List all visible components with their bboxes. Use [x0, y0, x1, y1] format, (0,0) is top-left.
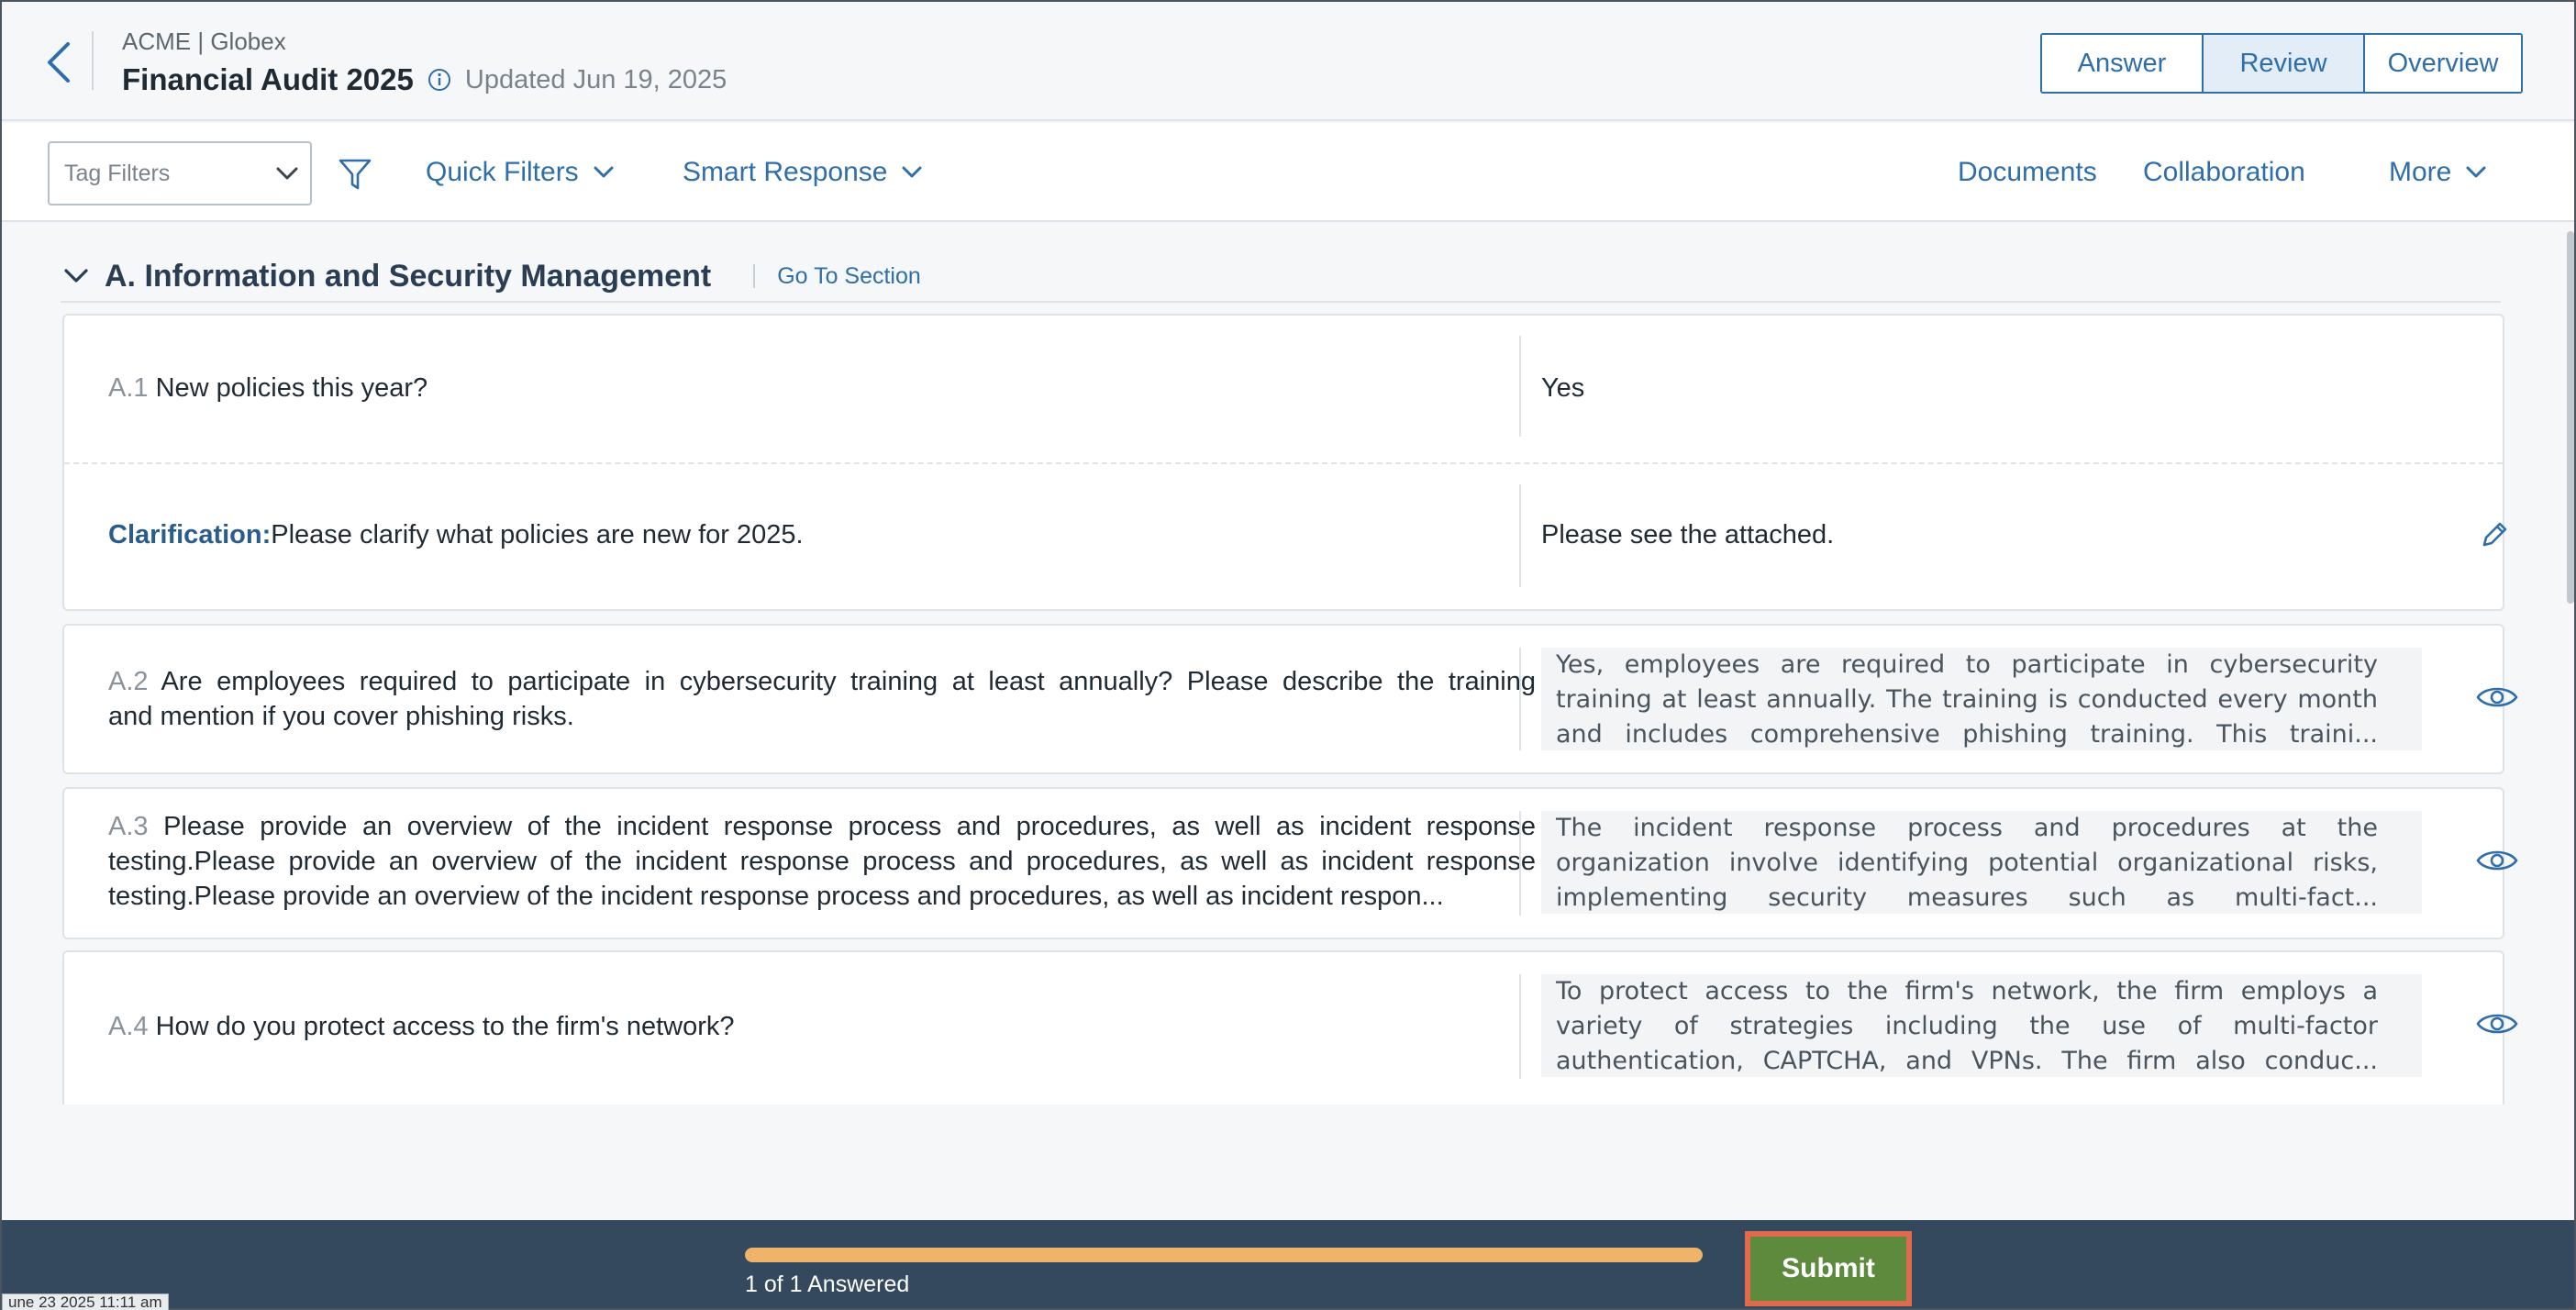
- answer-text: Yes: [1541, 373, 1585, 403]
- chevron-down-icon[interactable]: [61, 261, 92, 292]
- more-dropdown[interactable]: More: [2389, 123, 2486, 222]
- section-title: A. Information and Security Management: [105, 258, 712, 294]
- smart-response-label: Smart Response: [683, 157, 888, 187]
- column-divider: [1519, 974, 1521, 1079]
- scrollbar-thumb[interactable]: [2567, 231, 2574, 604]
- question-card: A.4 How do you protect access to the fir…: [62, 950, 2518, 1105]
- progress-bar: [745, 1248, 1703, 1262]
- question-card: A.1 New policies this year? Yes Clarific…: [62, 314, 2507, 611]
- question-text: A.4 How do you protect access to the fir…: [108, 1009, 735, 1044]
- tab-answer[interactable]: Answer: [2042, 35, 2202, 92]
- question-number: A.3: [108, 812, 149, 841]
- answer-line: and includes comprehensive phishing trai…: [1556, 720, 2378, 749]
- question-body: New policies this year?: [155, 373, 428, 403]
- org-breadcrumb: ACME | Globex: [122, 28, 286, 55]
- eye-icon[interactable]: [2475, 675, 2519, 719]
- tag-filters-select[interactable]: Tag Filters: [48, 141, 312, 205]
- filter-toolbar: Tag Filters Quick Filters Smart Response…: [2, 123, 2574, 222]
- chevron-down-icon: [264, 167, 310, 180]
- answer-line: authentication, CAPTCHA, and VPNs. The f…: [1556, 1047, 2378, 1075]
- answer-line: organization involve identifying potenti…: [1556, 849, 2378, 877]
- question-body: Please provide an overview of the incide…: [163, 812, 1536, 841]
- section-separator: [753, 264, 756, 288]
- quick-filters-dropdown[interactable]: Quick Filters: [426, 123, 614, 222]
- question-card: A.2 Are employees required to participat…: [62, 624, 2518, 774]
- clarification-body: Please clarify what policies are new for…: [271, 520, 804, 550]
- updated-date: Updated Jun 19, 2025: [464, 64, 727, 94]
- dashed-separator: [64, 462, 2503, 464]
- answer-line: To protect access to the firm's network,…: [1556, 977, 2378, 1005]
- back-button[interactable]: [39, 37, 79, 88]
- submit-highlight: Submit: [1745, 1231, 1912, 1306]
- eye-icon[interactable]: [2475, 838, 2519, 883]
- progress-label: 1 of 1 Answered: [745, 1271, 910, 1297]
- collaboration-link[interactable]: Collaboration: [2143, 123, 2305, 222]
- header-divider: [92, 31, 94, 90]
- title-row: Financial Audit 2025 Updated Jun 19, 202…: [122, 62, 727, 97]
- chevron-down-icon: [902, 166, 922, 179]
- chevron-down-icon: [2466, 166, 2486, 179]
- question-text: A.2 Are employees required to participat…: [108, 664, 1536, 734]
- progress-fill: [745, 1248, 1703, 1262]
- column-divider: [1519, 484, 1521, 587]
- go-to-section-link[interactable]: Go To Section: [777, 263, 921, 290]
- page-header: ACME | Globex Financial Audit 2025 Updat…: [2, 2, 2574, 121]
- smart-response-dropdown[interactable]: Smart Response: [683, 123, 922, 222]
- clarification-label: Clarification:: [108, 520, 272, 550]
- timestamp-label: une 23 2025 11:11 am: [2, 1293, 169, 1310]
- chevron-down-icon: [594, 166, 614, 179]
- answer-preview: To protect access to the firm's network,…: [1541, 974, 2422, 1077]
- answer-line: variety of strategies including the use …: [1556, 1012, 2378, 1040]
- page-title: Financial Audit 2025: [122, 62, 414, 96]
- question-body: How do you protect access to the firm's …: [155, 1012, 735, 1041]
- footer-bar: 1 of 1 Answered Submit: [2, 1220, 2574, 1308]
- tab-overview[interactable]: Overview: [2363, 35, 2521, 92]
- question-text: A.1 New policies this year?: [108, 371, 427, 405]
- quick-filters-label: Quick Filters: [426, 157, 579, 187]
- eye-icon[interactable]: [2475, 1002, 2519, 1046]
- column-divider: [1519, 811, 1521, 916]
- tab-review[interactable]: Review: [2202, 35, 2363, 92]
- pencil-icon[interactable]: [2475, 516, 2514, 554]
- documents-link[interactable]: Documents: [1958, 123, 2097, 222]
- submit-button[interactable]: Submit: [1750, 1237, 1906, 1301]
- answer-line: Yes, employees are required to participa…: [1556, 650, 2378, 679]
- question-line: testing.Please provide an overview of th…: [108, 847, 1536, 876]
- section-header: A. Information and Security Management G…: [61, 251, 2501, 303]
- answer-line: implementing security measures such as m…: [1556, 883, 2378, 912]
- question-body: Are employees required to participate in…: [161, 667, 1536, 696]
- more-label: More: [2389, 157, 2452, 187]
- question-line: testing.Please provide an overview of th…: [108, 882, 1444, 911]
- funnel-icon[interactable]: [338, 158, 372, 195]
- question-number: A.4: [108, 1012, 149, 1041]
- answer-preview: The incident response process and proced…: [1541, 811, 2422, 914]
- column-divider: [1519, 648, 1521, 750]
- question-number: A.1: [108, 373, 149, 403]
- mode-tabs: Answer Review Overview: [2040, 33, 2523, 94]
- question-text: A.3 Please provide an overview of the in…: [108, 809, 1536, 914]
- question-line: and mention if you cover phishing risks.: [108, 702, 574, 731]
- question-card: A.3 Please provide an overview of the in…: [62, 787, 2518, 939]
- answer-line: training at least annually. The training…: [1556, 685, 2378, 714]
- info-circle-icon[interactable]: [427, 67, 452, 93]
- question-line: A.3 Please provide an overview of the in…: [108, 809, 1536, 844]
- questions-panel: A. Information and Security Management G…: [2, 224, 2574, 1220]
- answer-preview: Yes, employees are required to participa…: [1541, 648, 2422, 750]
- question-number: A.2: [108, 667, 149, 696]
- answer-line: The incident response process and proced…: [1556, 814, 2378, 842]
- question-line: A.2 Are employees required to participat…: [108, 664, 1536, 699]
- tag-filters-placeholder: Tag Filters: [64, 160, 171, 186]
- column-divider: [1519, 336, 1521, 437]
- clarification-text: Clarification:Please clarify what polici…: [108, 517, 804, 552]
- clarification-answer: Please see the attached.: [1541, 520, 1835, 550]
- chevron-left-icon: [48, 42, 70, 83]
